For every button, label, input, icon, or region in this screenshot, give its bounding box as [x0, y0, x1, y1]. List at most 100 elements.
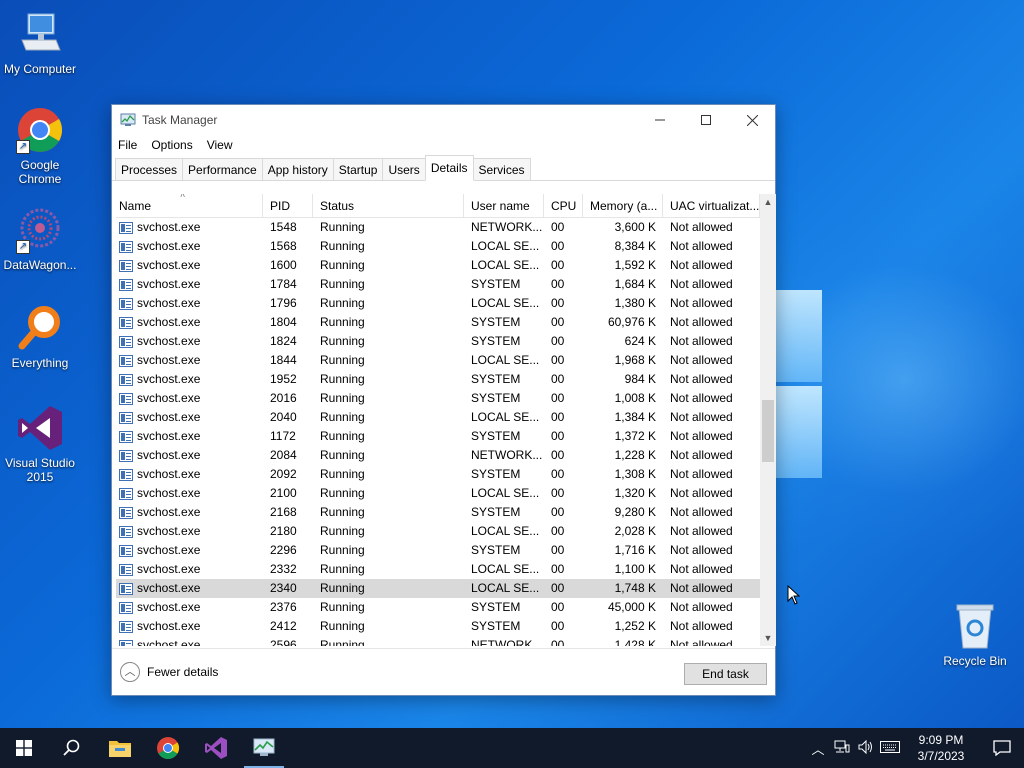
cell-uac-text: Not allowed	[670, 296, 733, 310]
task-manager-taskbar-button[interactable]	[240, 728, 288, 768]
clock[interactable]: 9:09 PM 3/7/2023	[902, 732, 980, 764]
tab-users[interactable]: Users	[382, 158, 426, 180]
process-icon	[119, 297, 133, 310]
cell-uac-text: Not allowed	[670, 524, 733, 538]
scroll-down-button[interactable]: ▼	[760, 630, 776, 646]
cell-name: svchost.exe	[116, 408, 263, 427]
cell-memory: 3,600 K	[583, 218, 663, 237]
cell-cpu-text: 00	[551, 581, 565, 595]
table-row[interactable]: svchost.exe 2296 Running SYSTEM 00 1,716 K Not…	[116, 541, 760, 560]
windows-logo-wallpaper	[776, 288, 824, 480]
desktop-icon-visual-studio[interactable]: Visual Studio 2015	[0, 404, 80, 484]
column-header-pid[interactable]: PID	[263, 194, 313, 218]
table-row[interactable]: svchost.exe 2016 Running SYSTEM 00 1,008 K Not…	[116, 389, 760, 408]
table-row[interactable]: svchost.exe 2168 Running SYSTEM 00 9,280 K Not…	[116, 503, 760, 522]
search-button[interactable]	[48, 728, 96, 768]
cell-memory: 1,252 K	[583, 617, 663, 636]
tab-details[interactable]: Details	[424, 155, 474, 181]
table-row[interactable]: svchost.exe 2092 Running SYSTEM 00 1,308 K Not…	[116, 465, 760, 484]
tab-services[interactable]: Services	[472, 158, 531, 180]
volume-icon[interactable]	[854, 739, 878, 757]
cell-uac: Not allowed	[663, 522, 760, 541]
column-header-user-name[interactable]: User name	[464, 194, 544, 218]
menu-options[interactable]: Options	[151, 138, 192, 152]
table-row[interactable]: svchost.exe 1804 Running SYSTEM 00 60,976 K No…	[116, 313, 760, 332]
column-header-name[interactable]: Name	[116, 194, 263, 218]
network-icon[interactable]	[830, 740, 854, 757]
table-row[interactable]: svchost.exe 1172 Running SYSTEM 00 1,372 K Not…	[116, 427, 760, 446]
notification-icon	[993, 740, 1011, 756]
table-row[interactable]: svchost.exe 1952 Running SYSTEM 00 984 K Not a…	[116, 370, 760, 389]
cell-status-text: Running	[320, 581, 365, 595]
table-row[interactable]: svchost.exe 1600 Running LOCAL SE... 00 1,592…	[116, 256, 760, 275]
end-task-button[interactable]: End task	[684, 663, 767, 685]
minimize-button[interactable]	[637, 105, 683, 135]
tab-app-history[interactable]: App history	[261, 158, 334, 180]
cell-uac-text: Not allowed	[670, 505, 733, 519]
table-row[interactable]: svchost.exe 2412 Running SYSTEM 00 1,252 K Not…	[116, 617, 760, 636]
title-bar[interactable]: Task Manager	[112, 105, 775, 135]
column-header-status[interactable]: Status	[313, 194, 464, 218]
column-header-memory[interactable]: Memory (a...	[583, 194, 663, 218]
chevron-up-icon[interactable]: ︿	[806, 739, 830, 758]
table-row[interactable]: svchost.exe 1784 Running SYSTEM 00 1,684 K Not…	[116, 275, 760, 294]
table-row[interactable]: svchost.exe 2376 Running SYSTEM 00 45,000 K No…	[116, 598, 760, 617]
table-row[interactable]: svchost.exe 1844 Running LOCAL SE... 00 1,968…	[116, 351, 760, 370]
cell-cpu: 00	[544, 636, 583, 646]
start-button[interactable]	[0, 728, 48, 768]
scroll-up-button[interactable]: ▲	[760, 194, 776, 210]
desktop-icon-datawagon[interactable]: ↗ DataWagon...	[0, 206, 80, 272]
cell-uac: Not allowed	[663, 275, 760, 294]
cell-name-text: svchost.exe	[137, 619, 201, 633]
menu-view[interactable]: View	[207, 138, 233, 152]
keyboard-icon[interactable]	[878, 740, 902, 756]
cell-name: svchost.exe	[116, 579, 263, 598]
cell-status: Running	[313, 389, 464, 408]
action-center-button[interactable]	[980, 740, 1024, 756]
file-explorer-button[interactable]	[96, 728, 144, 768]
vertical-scrollbar[interactable]: ▲ ▼	[760, 194, 776, 646]
table-row[interactable]: svchost.exe 2040 Running LOCAL SE... 00 1,384…	[116, 408, 760, 427]
cell-name: svchost.exe	[116, 313, 263, 332]
table-row[interactable]: svchost.exe 1796 Running LOCAL SE... 00 1,380…	[116, 294, 760, 313]
desktop-icon-my-computer[interactable]: My Computer	[0, 10, 80, 76]
process-icon	[119, 335, 133, 348]
chevron-up-icon[interactable]: ︿	[120, 662, 140, 682]
cell-name-text: svchost.exe	[137, 467, 201, 481]
table-row[interactable]: svchost.exe 2180 Running LOCAL SE... 00 2,028…	[116, 522, 760, 541]
table-row[interactable]: svchost.exe 2596 Running NETWORK... 00 1,428 …	[116, 636, 760, 646]
process-icon	[119, 620, 133, 633]
cell-memory: 1,716 K	[583, 541, 663, 560]
cell-status-text: Running	[320, 638, 365, 646]
table-row[interactable]: svchost.exe 2100 Running LOCAL SE... 00 1,320…	[116, 484, 760, 503]
scroll-thumb[interactable]	[762, 400, 774, 462]
desktop-icon-google-chrome[interactable]: ↗ Google Chrome	[0, 106, 80, 186]
cell-cpu-text: 00	[551, 524, 565, 538]
tab-startup[interactable]: Startup	[332, 158, 384, 180]
desktop-icon-recycle-bin[interactable]: Recycle Bin	[935, 602, 1015, 668]
desktop-icon-everything[interactable]: Everything	[0, 304, 80, 370]
table-row[interactable]: svchost.exe 2340 Running LOCAL SE... 00 1,748…	[116, 579, 760, 598]
fewer-details-link[interactable]: Fewer details	[147, 665, 218, 679]
chrome-taskbar-button[interactable]	[144, 728, 192, 768]
cell-name-text: svchost.exe	[137, 562, 201, 576]
close-button[interactable]	[729, 105, 775, 135]
process-icon	[119, 316, 133, 329]
column-header-uac[interactable]: UAC virtualizat...	[663, 194, 760, 218]
table-row[interactable]: svchost.exe 2084 Running NETWORK... 00 1,228 …	[116, 446, 760, 465]
table-row[interactable]: svchost.exe 1548 Running NETWORK... 00 3,600 …	[116, 218, 760, 237]
menu-file[interactable]: File	[118, 138, 137, 152]
visual-studio-taskbar-button[interactable]	[192, 728, 240, 768]
process-icon	[119, 411, 133, 424]
table-row[interactable]: svchost.exe 2332 Running LOCAL SE... 00 1,100…	[116, 560, 760, 579]
table-row[interactable]: svchost.exe 1568 Running LOCAL SE... 00 8,384…	[116, 237, 760, 256]
cell-memory: 1,748 K	[583, 579, 663, 598]
tab-performance[interactable]: Performance	[182, 158, 263, 180]
column-header-cpu[interactable]: CPU	[544, 194, 583, 218]
cell-user-name: SYSTEM	[464, 617, 544, 636]
tab-processes[interactable]: Processes	[115, 158, 184, 180]
cell-status-text: Running	[320, 277, 365, 291]
table-row[interactable]: svchost.exe 1824 Running SYSTEM 00 624 K Not a…	[116, 332, 760, 351]
maximize-button[interactable]	[683, 105, 729, 135]
cell-cpu-text: 00	[551, 334, 565, 348]
